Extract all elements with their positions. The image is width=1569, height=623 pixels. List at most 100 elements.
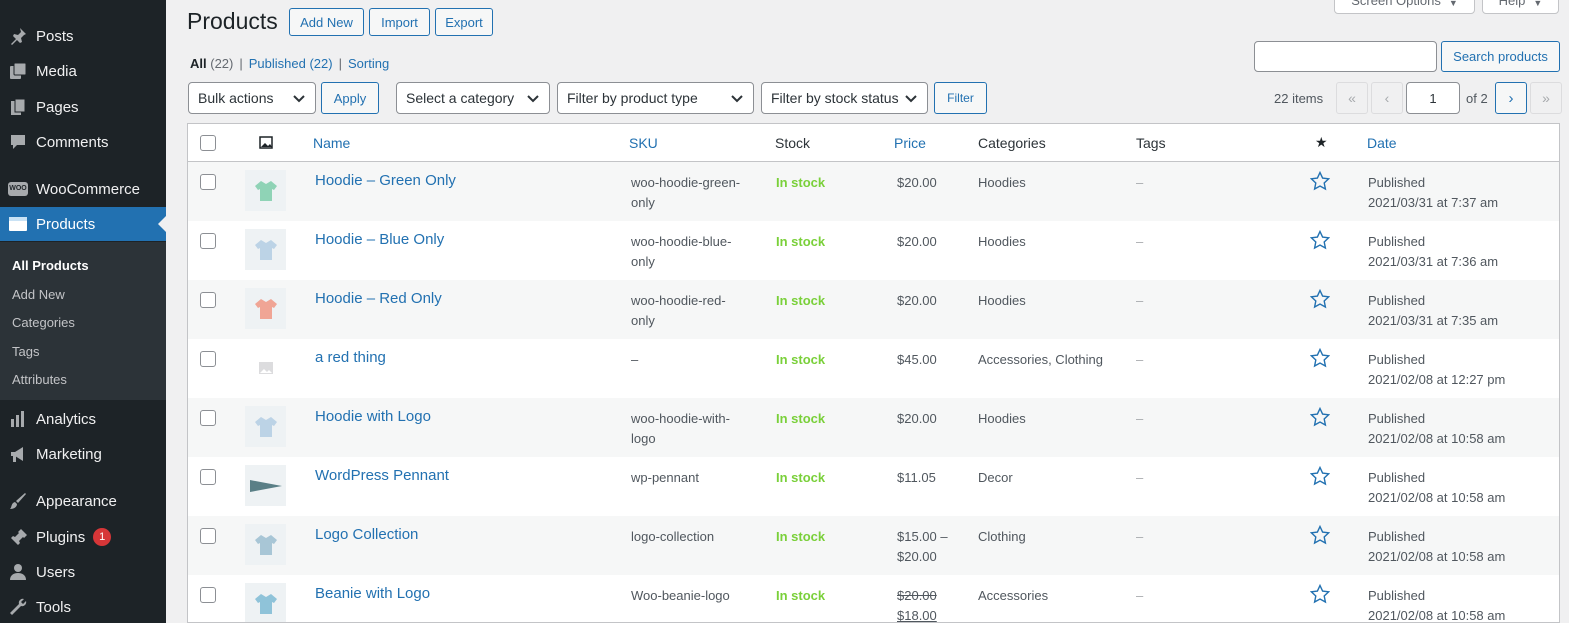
next-page-button[interactable]: ›	[1495, 82, 1527, 114]
featured-star-icon[interactable]	[1310, 584, 1330, 604]
menu-item-woocommerce[interactable]: WOO WooCommerce	[0, 172, 166, 206]
import-button[interactable]: Import	[369, 8, 430, 36]
row-checkbox[interactable]	[200, 528, 216, 544]
product-name-link[interactable]: Logo Collection	[315, 526, 418, 543]
placeholder-image-icon[interactable]	[245, 347, 286, 388]
product-name-link[interactable]: Hoodie – Blue Only	[315, 231, 444, 248]
analytics-icon	[0, 410, 36, 428]
submenu-categories[interactable]: Categories	[12, 315, 75, 330]
product-name-link[interactable]: Hoodie – Red Only	[315, 290, 442, 307]
last-page-button[interactable]: »	[1530, 82, 1562, 114]
column-price[interactable]: Price	[894, 135, 926, 151]
featured-star-icon[interactable]: ★	[1315, 134, 1328, 151]
row-checkbox[interactable]	[200, 587, 216, 603]
prev-page-button[interactable]: ‹	[1371, 82, 1403, 114]
screen-options-button[interactable]: Screen Options ▼	[1334, 0, 1475, 14]
featured-star-icon[interactable]	[1310, 289, 1330, 309]
stock-status: In stock	[776, 588, 826, 603]
main-content: Products Add New Import Export Screen Op…	[166, 0, 1569, 623]
featured-star-icon[interactable]	[1310, 525, 1330, 545]
category-link[interactable]: Accessories	[978, 586, 1048, 606]
category-link[interactable]: Hoodies	[978, 291, 1026, 311]
apply-button[interactable]: Apply	[321, 82, 379, 114]
category-link[interactable]: Hoodies	[978, 173, 1026, 193]
menu-item-posts[interactable]: Posts	[0, 19, 166, 53]
filter-sorting-link[interactable]: Sorting	[348, 56, 389, 71]
menu-label: Pages	[36, 98, 79, 116]
filter-button[interactable]: Filter	[934, 82, 987, 114]
menu-item-comments[interactable]: Comments	[0, 125, 166, 159]
pennant-icon[interactable]	[245, 465, 286, 506]
menu-item-products[interactable]: Products	[0, 207, 166, 241]
sku-line: woo-hoodie-green-	[631, 175, 741, 190]
category-link[interactable]: Decor	[978, 468, 1013, 488]
current-page-input[interactable]: 1	[1406, 82, 1460, 114]
stock-status: In stock	[776, 234, 826, 249]
product-name-link[interactable]: WordPress Pennant	[315, 467, 449, 484]
product-name-link[interactable]: Beanie with Logo	[315, 585, 430, 602]
submenu-tags[interactable]: Tags	[12, 344, 39, 359]
logo-collection-icon[interactable]	[245, 524, 286, 565]
bulk-actions-select[interactable]: Bulk actions	[188, 82, 316, 114]
product-type-select[interactable]: Filter by product type	[557, 82, 754, 114]
stock-status-select[interactable]: Filter by stock status	[761, 82, 928, 114]
price-line: $11.05	[897, 470, 936, 485]
column-tags: Tags	[1136, 135, 1166, 151]
first-page-button[interactable]: «	[1336, 82, 1368, 114]
column-name[interactable]: Name	[313, 135, 350, 151]
help-button[interactable]: Help ▼	[1482, 0, 1559, 14]
category-select[interactable]: Select a category	[396, 82, 550, 114]
submenu-add-new[interactable]: Add New	[12, 287, 65, 302]
search-input[interactable]	[1254, 41, 1437, 72]
plugins-icon	[0, 528, 36, 546]
menu-item-analytics[interactable]: Analytics	[0, 402, 166, 436]
items-count: 22 items	[1274, 91, 1324, 106]
category-link[interactable]: Accessories, Clothing	[978, 350, 1103, 370]
featured-star-icon[interactable]	[1310, 171, 1330, 191]
hoodie-blue-icon[interactable]	[245, 229, 286, 270]
hoodie-logo-icon[interactable]	[245, 406, 286, 447]
add-new-button[interactable]: Add New	[289, 8, 364, 36]
select-all-checkbox[interactable]	[200, 135, 216, 151]
plugins-update-badge: 1	[93, 528, 112, 546]
category-link[interactable]: Clothing	[978, 527, 1026, 547]
row-checkbox[interactable]	[200, 174, 216, 190]
submenu-attributes[interactable]: Attributes	[12, 372, 67, 387]
filter-published-link[interactable]: Published (22)	[249, 56, 333, 71]
filter-all-link[interactable]: All (22)	[190, 56, 233, 71]
row-checkbox[interactable]	[200, 233, 216, 249]
menu-item-appearance[interactable]: Appearance	[0, 484, 166, 518]
product-name-link[interactable]: Hoodie – Green Only	[315, 172, 456, 189]
category-link[interactable]: Hoodies	[978, 409, 1026, 429]
search-products-button[interactable]: Search products	[1441, 41, 1560, 72]
submenu-all-products[interactable]: All Products	[12, 258, 89, 273]
menu-item-users[interactable]: Users	[0, 555, 166, 589]
product-name-link[interactable]: Hoodie with Logo	[315, 408, 431, 425]
featured-star-icon[interactable]	[1310, 230, 1330, 250]
price-cell: $11.05	[897, 468, 936, 488]
product-name-link[interactable]: a red thing	[315, 349, 386, 366]
menu-item-pages[interactable]: Pages	[0, 90, 166, 124]
menu-item-media[interactable]: Media	[0, 54, 166, 88]
menu-item-tools[interactable]: Tools	[0, 590, 166, 623]
menu-item-plugins[interactable]: Plugins 1	[0, 520, 166, 554]
filter-all-count: (22)	[210, 56, 234, 71]
beanie-icon[interactable]	[245, 583, 286, 622]
row-checkbox[interactable]	[200, 292, 216, 308]
row-checkbox[interactable]	[200, 469, 216, 485]
stock-status: In stock	[776, 470, 826, 485]
featured-star-icon[interactable]	[1310, 407, 1330, 427]
menu-item-marketing[interactable]: Marketing	[0, 437, 166, 471]
hoodie-red-icon[interactable]	[245, 288, 286, 329]
featured-star-icon[interactable]	[1310, 348, 1330, 368]
column-sku[interactable]: SKU	[629, 135, 658, 151]
column-date[interactable]: Date	[1367, 135, 1397, 151]
row-checkbox[interactable]	[200, 351, 216, 367]
featured-star-icon[interactable]	[1310, 466, 1330, 486]
hoodie-green-icon[interactable]	[245, 170, 286, 211]
category-link[interactable]: Hoodies	[978, 232, 1026, 252]
row-checkbox[interactable]	[200, 410, 216, 426]
publish-status: Published	[1368, 352, 1426, 367]
woo-logo: WOO	[8, 182, 28, 196]
export-button[interactable]: Export	[435, 8, 493, 36]
